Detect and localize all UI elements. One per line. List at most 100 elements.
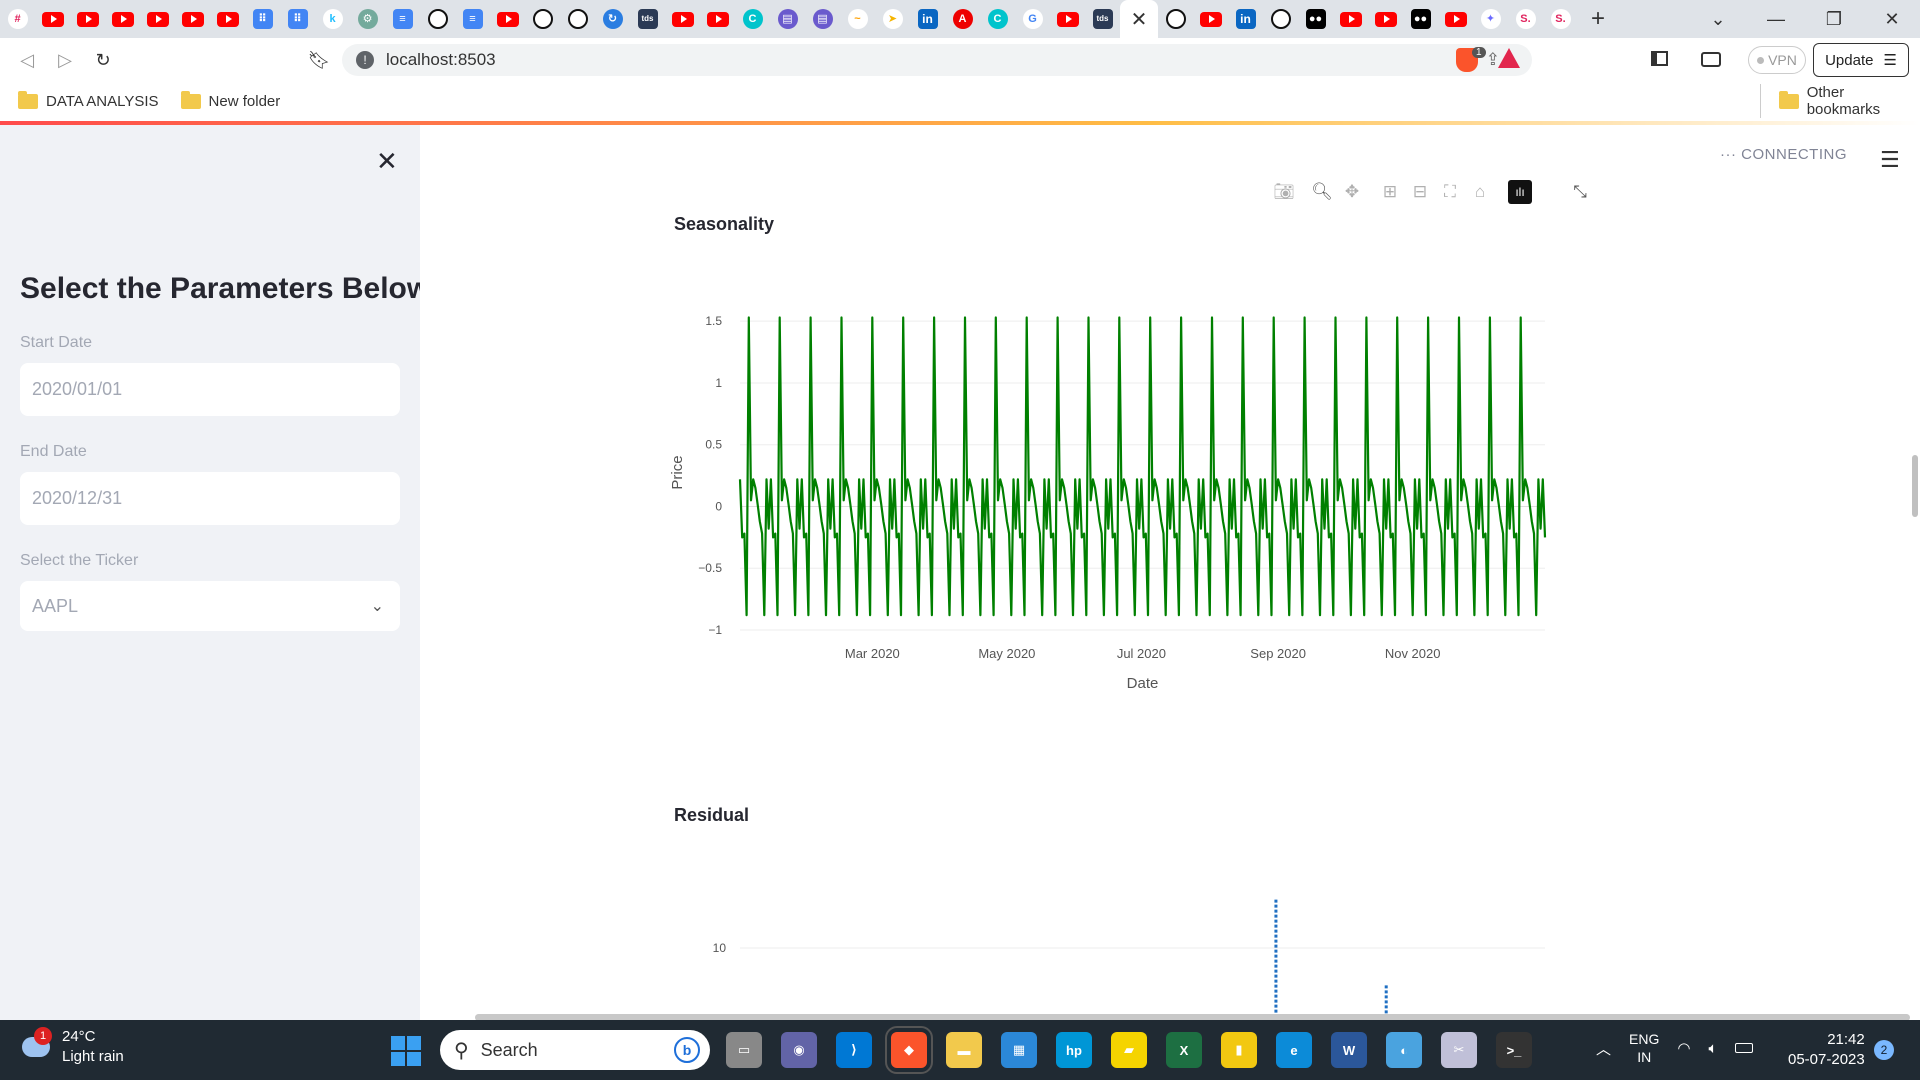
snipping-tool-icon[interactable]: ✂ [1441,1032,1477,1068]
weather-widget[interactable]: 1 24°C Light rain [22,1027,124,1067]
tab-youtube[interactable] [1050,0,1085,38]
wallet-icon[interactable] [1701,52,1721,67]
tab-docs[interactable]: ≡ [385,0,420,38]
autoscale-icon[interactable]: ⛶ [1438,180,1462,204]
volume-icon[interactable]: 🔈︎ [1708,1040,1717,1057]
tab-youtube[interactable] [1193,0,1228,38]
tab-adobe[interactable]: A [945,0,980,38]
tab-kaggle[interactable]: k [315,0,350,38]
tab-linkedin[interactable]: in [910,0,945,38]
pan-icon[interactable]: ✥ [1340,180,1364,204]
vpn-button[interactable]: VPN [1748,46,1806,74]
tab-youtube[interactable] [70,0,105,38]
wifi-icon[interactable]: ◠ [1677,1039,1690,1057]
minimize-icon[interactable]: — [1748,0,1804,38]
task-view-icon[interactable]: ▭ [726,1032,762,1068]
bookmark-data-analysis[interactable]: DATA ANALYSIS [18,90,159,110]
battery-icon[interactable] [1735,1043,1754,1053]
tab-youtube[interactable] [490,0,525,38]
bookmark-icon[interactable]: 🔖︎ [300,41,338,79]
tab-print[interactable]: ▤ [805,0,840,38]
fullscreen-icon[interactable]: ⤡ [1568,180,1592,204]
app-menu-icon[interactable]: ☰ [1880,147,1900,173]
zoom-in-icon[interactable]: ⊞ [1378,180,1402,204]
start-button[interactable] [391,1036,421,1066]
tab-youtube[interactable] [1438,0,1473,38]
tab-medium[interactable]: ●● [1403,0,1438,38]
tab-google[interactable]: G [1015,0,1050,38]
tab-youtube[interactable] [700,0,735,38]
clock[interactable]: 21:42 05-07-2023 [1788,1030,1865,1070]
rewards-icon[interactable] [1498,48,1520,68]
seasonality-chart[interactable]: −1 −0.5 0 0.5 1 1.5 Mar 2020 May 2020 Jul 2020 Se… [660,280,1560,700]
vscode-icon[interactable]: ⟩ [836,1032,872,1068]
end-date-input[interactable]: 2020/12/31 [20,472,400,525]
reset-axes-icon[interactable]: ⌂ [1468,180,1492,204]
tab-youtube[interactable] [1333,0,1368,38]
close-window-icon[interactable]: ✕ [1864,0,1920,38]
word-icon[interactable]: W [1331,1032,1367,1068]
tab-github[interactable] [1158,0,1193,38]
tab-print[interactable]: ▤ [770,0,805,38]
sidebar-toggle-icon[interactable] [1651,51,1668,66]
vertical-scrollbar[interactable] [1912,455,1918,517]
residual-chart[interactable]: 10 [660,890,1560,1020]
terminal-icon[interactable]: >_ [1496,1032,1532,1068]
tab-youtube[interactable] [210,0,245,38]
tab-tds[interactable]: tds [630,0,665,38]
plotly-logo-icon[interactable]: ılı [1508,180,1532,204]
tab-tds[interactable]: tds [1085,0,1120,38]
chevron-up-icon[interactable]: ︿ [1596,1038,1611,1059]
new-tab-button[interactable]: + [1578,5,1618,33]
zoom-icon[interactable]: 🔍︎ [1310,180,1334,204]
update-button[interactable]: Update ☰ [1813,43,1909,77]
brave-icon[interactable]: ◆ [885,1026,933,1074]
zoom-out-icon[interactable]: ⊟ [1408,180,1432,204]
maximize-icon[interactable]: ❐ [1806,0,1862,38]
tab-arrow[interactable]: ➤ [875,0,910,38]
tab-github[interactable] [560,0,595,38]
tab-canva[interactable]: C [980,0,1015,38]
tab-doc[interactable]: ⠿ [245,0,280,38]
tab-youtube[interactable] [35,0,70,38]
powerbi-icon[interactable]: ▮ [1221,1032,1257,1068]
tab-linkedin[interactable]: in [1228,0,1263,38]
tab-youtube[interactable] [105,0,140,38]
back-icon[interactable]: ◁ [8,41,46,79]
notification-badge[interactable]: 2 [1874,1040,1894,1060]
sticky-notes-icon[interactable]: ▰ [1111,1032,1147,1068]
tab-gemini[interactable]: ✦ [1473,0,1508,38]
edge-icon[interactable]: e [1276,1032,1312,1068]
forward-icon[interactable]: ▷ [46,41,84,79]
ticker-select[interactable]: AAPL ⌄ [20,581,400,631]
tab-github[interactable] [420,0,455,38]
tab-doc[interactable]: ⠿ [280,0,315,38]
tab-youtube[interactable] [665,0,700,38]
tab-canva[interactable]: C [735,0,770,38]
myhp-icon[interactable]: hp [1056,1032,1092,1068]
other-bookmarks[interactable]: Other bookmarks [1760,84,1920,118]
tab-chatgpt[interactable]: ⚙ [350,0,385,38]
tab-search-icon[interactable]: ⌄ [1690,0,1746,38]
taskbar-search[interactable]: ⚲ Search b [440,1030,710,1070]
site-info-icon[interactable]: ! [356,51,374,69]
tab-streamlit[interactable]: S. [1508,0,1543,38]
tab-shine[interactable]: ~ [840,0,875,38]
reload-icon[interactable]: ↻ [84,41,122,79]
close-sidebar-icon[interactable]: ✕ [376,146,398,177]
excel-icon[interactable]: X [1166,1032,1202,1068]
start-date-input[interactable]: 2020/01/01 [20,363,400,416]
tab-streamlit[interactable]: S. [1543,0,1578,38]
tab-youtube[interactable] [140,0,175,38]
tab-refresh[interactable]: ↻ [595,0,630,38]
file-explorer-icon[interactable]: ▬ [946,1032,982,1068]
tab-docs[interactable]: ≡ [455,0,490,38]
camera-icon[interactable]: 📷︎ [1272,180,1296,204]
tab-medium[interactable]: ●● [1298,0,1333,38]
tab-youtube[interactable] [175,0,210,38]
tab-github[interactable] [1263,0,1298,38]
address-bar[interactable]: ! localhost:8503 ⇪ [342,44,1532,76]
tab-youtube[interactable] [1368,0,1403,38]
active-tab-close-icon[interactable]: ✕ [1120,0,1158,38]
language-indicator[interactable]: ENG IN [1629,1030,1659,1066]
